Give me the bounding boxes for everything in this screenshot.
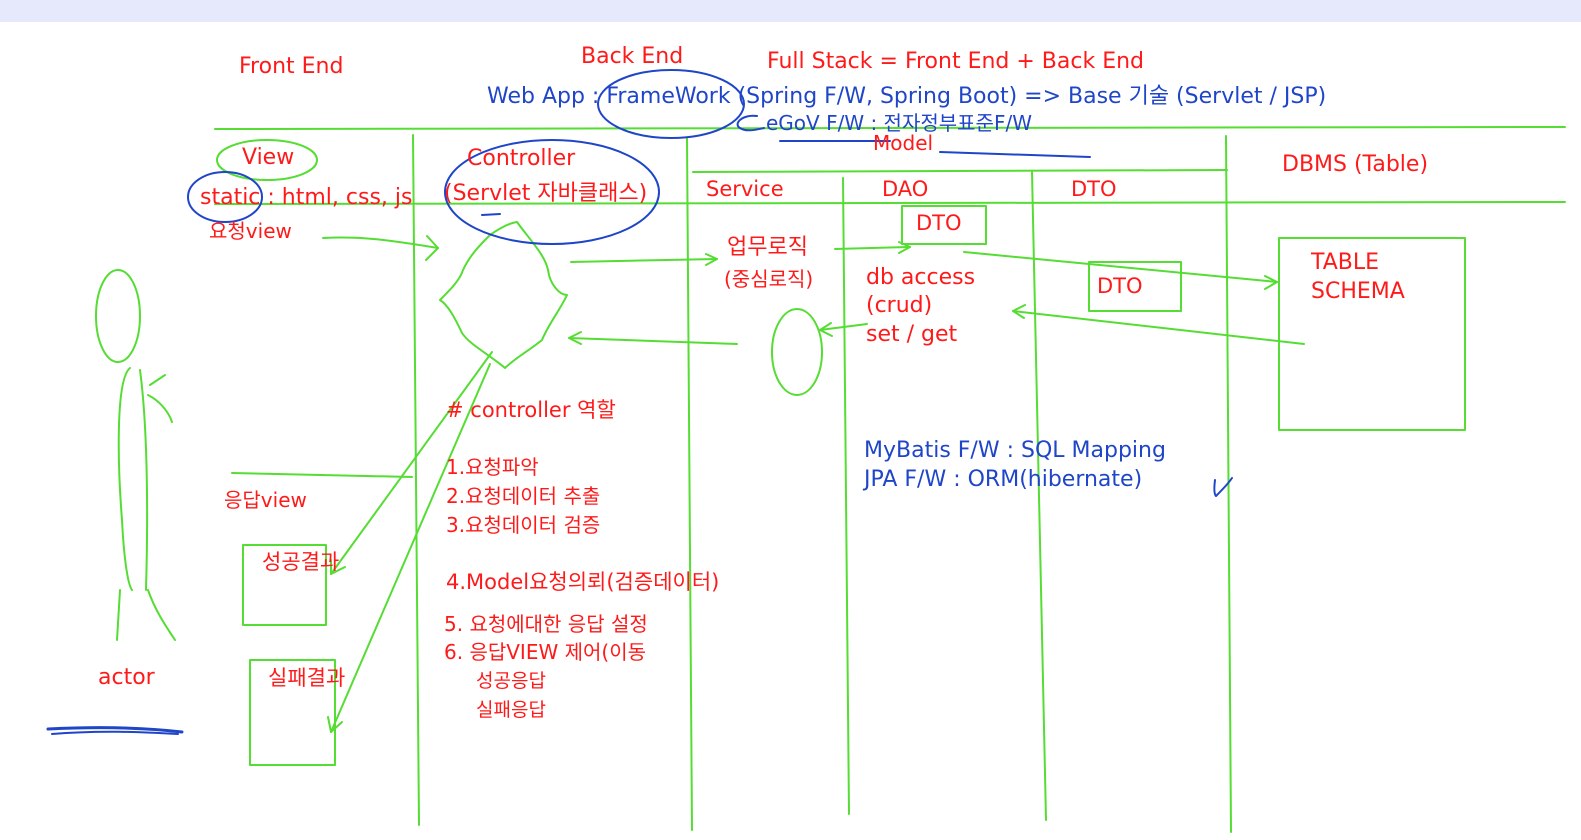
response-view-label: 응답view — [224, 488, 307, 512]
role-item-success: 성공응답 — [476, 670, 546, 692]
dto-header-label: DTO — [1071, 177, 1117, 201]
dbms-label: DBMS (Table) — [1282, 152, 1429, 177]
controller-service-arrow — [570, 258, 718, 263]
core-logic-label: (중심로직) — [724, 267, 814, 291]
web-app-label: Web App : FrameWork (Spring F/W, Spring … — [487, 84, 1327, 109]
lane-line-3 — [842, 177, 850, 815]
service-dao-arrow — [834, 246, 911, 250]
lane-line-4 — [1031, 171, 1047, 821]
business-logic-label: 업무로직 — [727, 235, 808, 260]
servlet-mark — [481, 213, 501, 216]
model-label: Model — [873, 131, 934, 155]
role-item-2: 2.요청데이터 추출 — [446, 484, 601, 508]
role-item-3: 3.요청데이터 검증 — [446, 513, 601, 537]
static-label: static : html, css, js — [200, 185, 413, 210]
service-label: Service — [706, 177, 784, 201]
front-end-label: Front End — [239, 54, 344, 79]
lane-line-1 — [412, 134, 420, 826]
schema-label: SCHEMA — [1311, 279, 1405, 304]
jpa-label: JPA F/W : ORM(hibernate) — [864, 467, 1143, 492]
dao-label: DAO — [882, 177, 929, 201]
header-divider-line — [214, 201, 1566, 205]
actor-head — [95, 269, 141, 363]
actor-body-right — [139, 369, 149, 591]
model-underline — [939, 151, 1091, 158]
lane-line-2 — [686, 137, 693, 831]
actor-arm-top — [149, 374, 166, 386]
failure-result-label: 실패결과 — [268, 666, 346, 690]
service-return-ellipse — [771, 308, 823, 396]
table-label: TABLE — [1311, 250, 1380, 275]
view-label: View — [242, 145, 295, 170]
actor-leg-left — [116, 589, 121, 641]
set-get-label: set / get — [866, 322, 958, 347]
actor-arm — [147, 394, 173, 423]
role-item-failure: 실패응답 — [476, 699, 546, 721]
crud-label: (crud) — [866, 293, 933, 318]
dto-box-2-label: DTO — [1097, 274, 1143, 298]
request-arrow — [322, 236, 439, 249]
back-end-label: Back End — [581, 44, 684, 69]
egov-label: eGoV F/W : 전자정부표준F/W — [766, 111, 1032, 135]
role-item-6: 6. 응답VIEW 제어(이동 — [444, 640, 646, 664]
actor-underline-2 — [51, 730, 179, 735]
actor-leg-right — [147, 589, 176, 641]
success-result-label: 성공결과 — [262, 550, 340, 574]
full-stack-label: Full Stack = Front End + Back End — [767, 49, 1145, 74]
servlet-label: (Servlet 자바클래스) — [444, 181, 648, 206]
model-divider-line — [692, 169, 1228, 173]
actor-body — [117, 367, 133, 591]
response-line — [231, 472, 413, 478]
service-controller-arrow — [568, 337, 738, 345]
role-item-1: 1.요청파악 — [446, 455, 539, 479]
controller-label: Controller — [467, 146, 576, 171]
table-dao-arrow — [1012, 310, 1305, 345]
actor-label: actor — [98, 665, 155, 690]
db-access-label: db access — [866, 265, 976, 290]
controller-role-title: # controller 역할 — [446, 398, 616, 422]
dto-box-1-label: DTO — [916, 211, 962, 235]
request-view-label: 요청view — [209, 219, 292, 243]
role-item-4: 4.Model요청의뢰(검증데이터) — [446, 570, 720, 594]
mybatis-label: MyBatis F/W : SQL Mapping — [864, 438, 1166, 463]
role-item-5: 5. 요청에대한 응답 설정 — [444, 612, 648, 636]
